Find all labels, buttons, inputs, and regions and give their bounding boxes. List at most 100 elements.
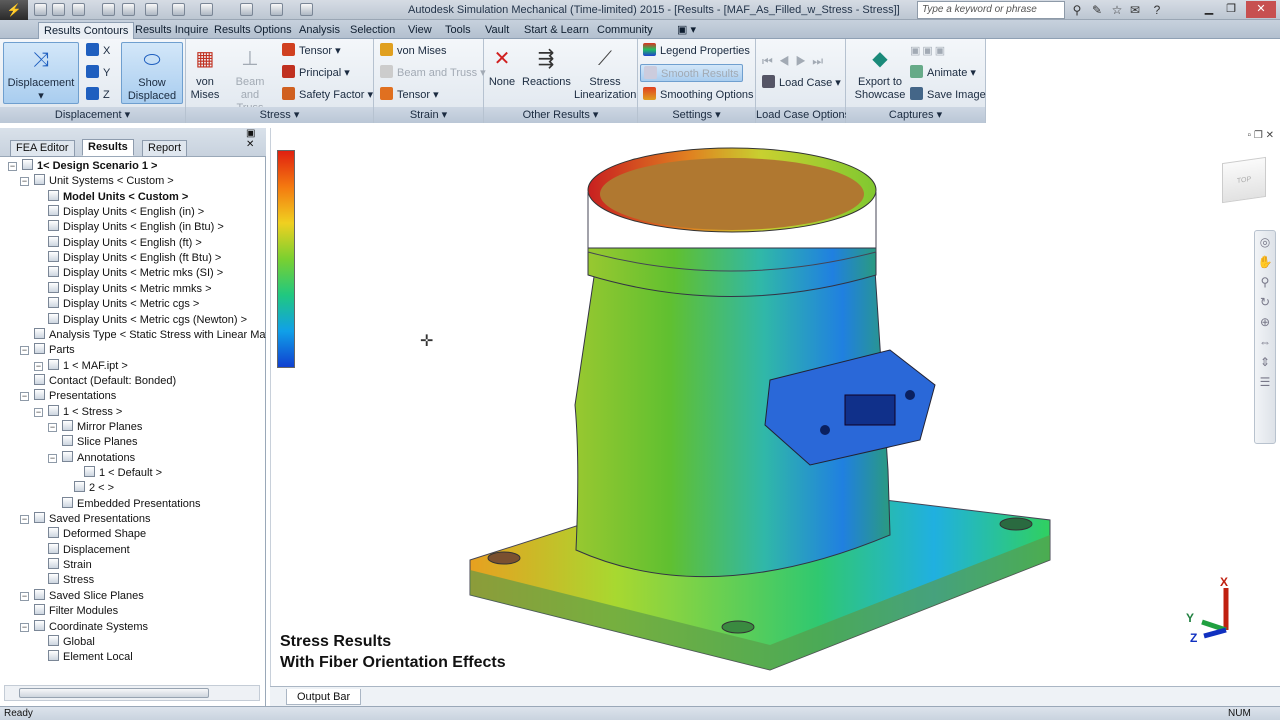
orbit-icon[interactable]: ↻ bbox=[1255, 293, 1275, 311]
scrollbar-thumb[interactable] bbox=[19, 688, 209, 698]
animate-button[interactable]: Animate ▾ bbox=[910, 64, 976, 82]
tab-community[interactable]: Community bbox=[592, 22, 658, 39]
tree-node[interactable]: Display Units < English (in Btu) > bbox=[48, 220, 224, 235]
tab-results-contours[interactable]: Results Contours bbox=[38, 22, 135, 39]
customize-qat-icon[interactable] bbox=[300, 3, 313, 16]
stress-beam-truss-button[interactable]: ⊥ Beam and Truss bbox=[226, 42, 274, 114]
reactions-button[interactable]: ⇶ Reactions bbox=[522, 42, 571, 104]
browser-horizontal-scrollbar[interactable] bbox=[4, 685, 260, 701]
tree-node[interactable]: Model Units < Custom > bbox=[48, 189, 188, 205]
steering-wheel-icon[interactable]: ◎ bbox=[1255, 233, 1275, 251]
tree-node[interactable]: Slice Planes bbox=[62, 435, 138, 450]
blank-icon[interactable] bbox=[145, 3, 158, 16]
tab-report[interactable]: Report bbox=[142, 140, 188, 157]
tree-node[interactable]: Contact (Default: Bonded) bbox=[34, 373, 176, 389]
smoothing-options-button[interactable]: Smoothing Options bbox=[643, 86, 754, 104]
tree-expander-icon[interactable]: − bbox=[48, 453, 57, 463]
stress-von-mises-button[interactable]: ▦ von Mises bbox=[188, 42, 222, 104]
tree-expander-icon[interactable]: − bbox=[20, 622, 29, 632]
zoom-extents-icon[interactable]: ⇔ bbox=[1255, 333, 1275, 351]
pan-icon[interactable]: ✋ bbox=[1255, 253, 1275, 271]
stress-tensor-button[interactable]: Tensor ▾ bbox=[282, 42, 341, 60]
print-icon[interactable] bbox=[270, 3, 283, 16]
zoom-icon[interactable]: ⚲ bbox=[1255, 273, 1275, 291]
star-icon[interactable]: ☆ bbox=[1110, 3, 1124, 17]
strain-von-mises-button[interactable]: von Mises bbox=[380, 42, 447, 60]
stress-principal-button[interactable]: Principal ▾ bbox=[282, 64, 350, 82]
tree-node[interactable]: Presentations bbox=[34, 389, 116, 404]
tab-vault[interactable]: Vault bbox=[480, 22, 514, 39]
tree-node[interactable]: Analysis Type < Static Stress with Linea… bbox=[34, 327, 266, 343]
tree-expander-icon[interactable]: − bbox=[8, 162, 17, 171]
tab-start-learn[interactable]: Start & Learn bbox=[519, 22, 594, 39]
look-at-icon[interactable]: ⊕ bbox=[1255, 313, 1275, 331]
tree-node[interactable]: Saved Slice Planes bbox=[34, 588, 144, 604]
tree-expander-icon[interactable]: − bbox=[34, 361, 43, 371]
tree-node[interactable]: Display Units < English (in) > bbox=[48, 205, 204, 220]
show-displaced-button[interactable]: ⬭ Show Displaced bbox=[121, 42, 183, 104]
tree-node[interactable]: Saved Presentations bbox=[34, 512, 151, 527]
run-icon[interactable] bbox=[122, 3, 135, 16]
tree-node[interactable]: Filter Modules bbox=[34, 604, 118, 619]
tree-node[interactable]: Global bbox=[48, 634, 95, 650]
tree-node[interactable]: 1 < Stress > bbox=[48, 404, 122, 420]
viewcube-icon[interactable]: TOP bbox=[1222, 156, 1266, 204]
tree-node[interactable]: 1 < Default > bbox=[84, 466, 162, 481]
output-bar-tab[interactable]: Output Bar bbox=[286, 689, 362, 705]
tree-node[interactable]: Coordinate Systems bbox=[34, 619, 148, 635]
tree-node[interactable]: Display Units < Metric cgs > bbox=[48, 297, 199, 312]
restore-button[interactable]: ❐ bbox=[1220, 1, 1242, 18]
binoculars-icon[interactable]: ⚲ bbox=[1070, 3, 1084, 17]
panel-title-displacement[interactable]: Displacement ▾ bbox=[0, 107, 185, 123]
panel-title-other-results[interactable]: Other Results ▾ bbox=[484, 107, 637, 123]
tab-results[interactable]: Results bbox=[82, 139, 134, 156]
browser-pin-icon[interactable]: ▣ ✕ bbox=[246, 128, 266, 150]
search-input[interactable]: Type a keyword or phrase bbox=[917, 1, 1065, 19]
tab-results-inquire[interactable]: Results Inquire bbox=[130, 22, 213, 39]
displacement-y-button[interactable]: Y bbox=[86, 64, 110, 82]
strain-beam-truss-button[interactable]: Beam and Truss ▾ bbox=[380, 64, 486, 82]
tree-node[interactable]: Display Units < Metric mmks > bbox=[48, 281, 212, 297]
safety-factor-button[interactable]: Safety Factor ▾ bbox=[282, 86, 373, 104]
save-icon[interactable] bbox=[72, 3, 85, 16]
new-icon[interactable] bbox=[34, 3, 47, 16]
open-icon[interactable] bbox=[52, 3, 65, 16]
communication-icon[interactable]: ✉ bbox=[1128, 3, 1142, 17]
viewport-window-controls[interactable]: ▫ ❐ ✕ bbox=[1248, 130, 1274, 141]
ribbon-minimize-icon[interactable]: ▣ ▾ bbox=[672, 22, 701, 39]
displacement-z-button[interactable]: Z bbox=[86, 86, 110, 104]
tree-expander-icon[interactable]: − bbox=[20, 346, 29, 356]
application-menu-button[interactable]: ⚡ bbox=[0, 0, 28, 20]
none-button[interactable]: ✕ None bbox=[486, 42, 518, 104]
tree-expander-icon[interactable]: − bbox=[20, 515, 29, 525]
panel-title-settings[interactable]: Settings ▾ bbox=[638, 107, 755, 123]
navbar-menu-icon[interactable]: ☰ bbox=[1255, 373, 1275, 391]
legend-properties-button[interactable]: Legend Properties bbox=[643, 42, 750, 60]
strain-tensor-button[interactable]: Tensor ▾ bbox=[380, 86, 439, 104]
displacement-x-button[interactable]: X bbox=[86, 42, 110, 60]
tree-node[interactable]: Displacement bbox=[48, 542, 130, 558]
stress-model-3d[interactable] bbox=[420, 140, 1100, 680]
tree-node[interactable]: Mirror Planes bbox=[62, 419, 142, 435]
tab-view[interactable]: View bbox=[403, 22, 437, 39]
tree-node[interactable]: Annotations bbox=[62, 450, 135, 466]
panel-title-stress[interactable]: Stress ▾ bbox=[186, 107, 373, 123]
load-case-step-icons[interactable]: ⏮◀▶⏭ bbox=[762, 52, 829, 70]
tree-node[interactable]: Deformed Shape bbox=[48, 527, 146, 542]
export-showcase-button[interactable]: ◆ Export to Showcase bbox=[850, 42, 910, 104]
smooth-results-button[interactable]: Smooth Results bbox=[640, 64, 743, 82]
tree-node[interactable]: 2 < > bbox=[74, 481, 114, 496]
tree-node[interactable]: Display Units < English (ft Btu) > bbox=[48, 251, 221, 266]
tree-expander-icon[interactable]: − bbox=[20, 591, 29, 601]
undo-icon[interactable] bbox=[200, 3, 213, 16]
mesh-icon[interactable] bbox=[102, 3, 115, 16]
tree-node[interactable]: Display Units < Metric cgs (Newton) > bbox=[48, 312, 247, 328]
tab-fea-editor[interactable]: FEA Editor bbox=[10, 140, 75, 157]
view-options-icon[interactable]: ⇕ bbox=[1255, 353, 1275, 371]
tree-node[interactable]: Unit Systems < Custom > bbox=[34, 174, 174, 189]
tab-tools[interactable]: Tools bbox=[440, 22, 476, 39]
tab-analysis[interactable]: Analysis bbox=[294, 22, 345, 39]
help-icon[interactable]: ? bbox=[1150, 3, 1164, 17]
tree-expander-icon[interactable]: − bbox=[48, 422, 57, 432]
tree-expander-icon[interactable]: − bbox=[20, 177, 29, 187]
